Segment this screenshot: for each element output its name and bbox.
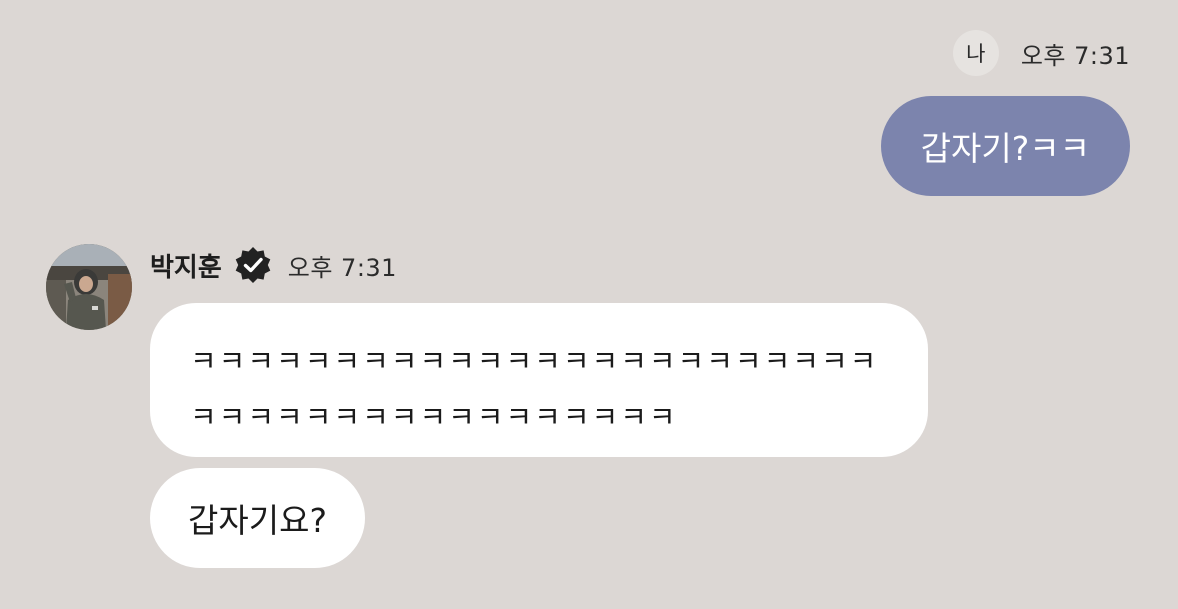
my-message-bubble[interactable]: 갑자기?ㅋㅋ — [880, 96, 1130, 196]
my-message-header: 나 오후 7:31 — [952, 30, 1130, 76]
my-message-time: 오후 7:31 — [1020, 41, 1130, 70]
sender-message-bubble[interactable]: ㅋㅋㅋㅋㅋㅋㅋㅋㅋㅋㅋㅋㅋㅋㅋㅋㅋㅋㅋㅋㅋㅋㅋㅋㅋㅋㅋㅋㅋㅋㅋㅋㅋㅋㅋㅋㅋㅋㅋㅋ… — [150, 303, 928, 457]
chat-view: 나 오후 7:31 갑자기?ㅋㅋ 박지훈 오후 7:31 ㅋㅋㅋㅋㅋㅋㅋㅋㅋㅋㅋ… — [0, 0, 1178, 609]
my-avatar[interactable]: 나 — [952, 30, 999, 76]
sender-message-bubble[interactable]: 갑자기요? — [150, 468, 365, 568]
sender-avatar[interactable] — [46, 244, 132, 330]
sender-message-time: 오후 7:31 — [287, 253, 397, 282]
sender-name[interactable]: 박지훈 — [150, 247, 222, 284]
verified-badge-icon — [232, 244, 274, 286]
sender-header: 박지훈 오후 7:31 — [150, 244, 397, 286]
